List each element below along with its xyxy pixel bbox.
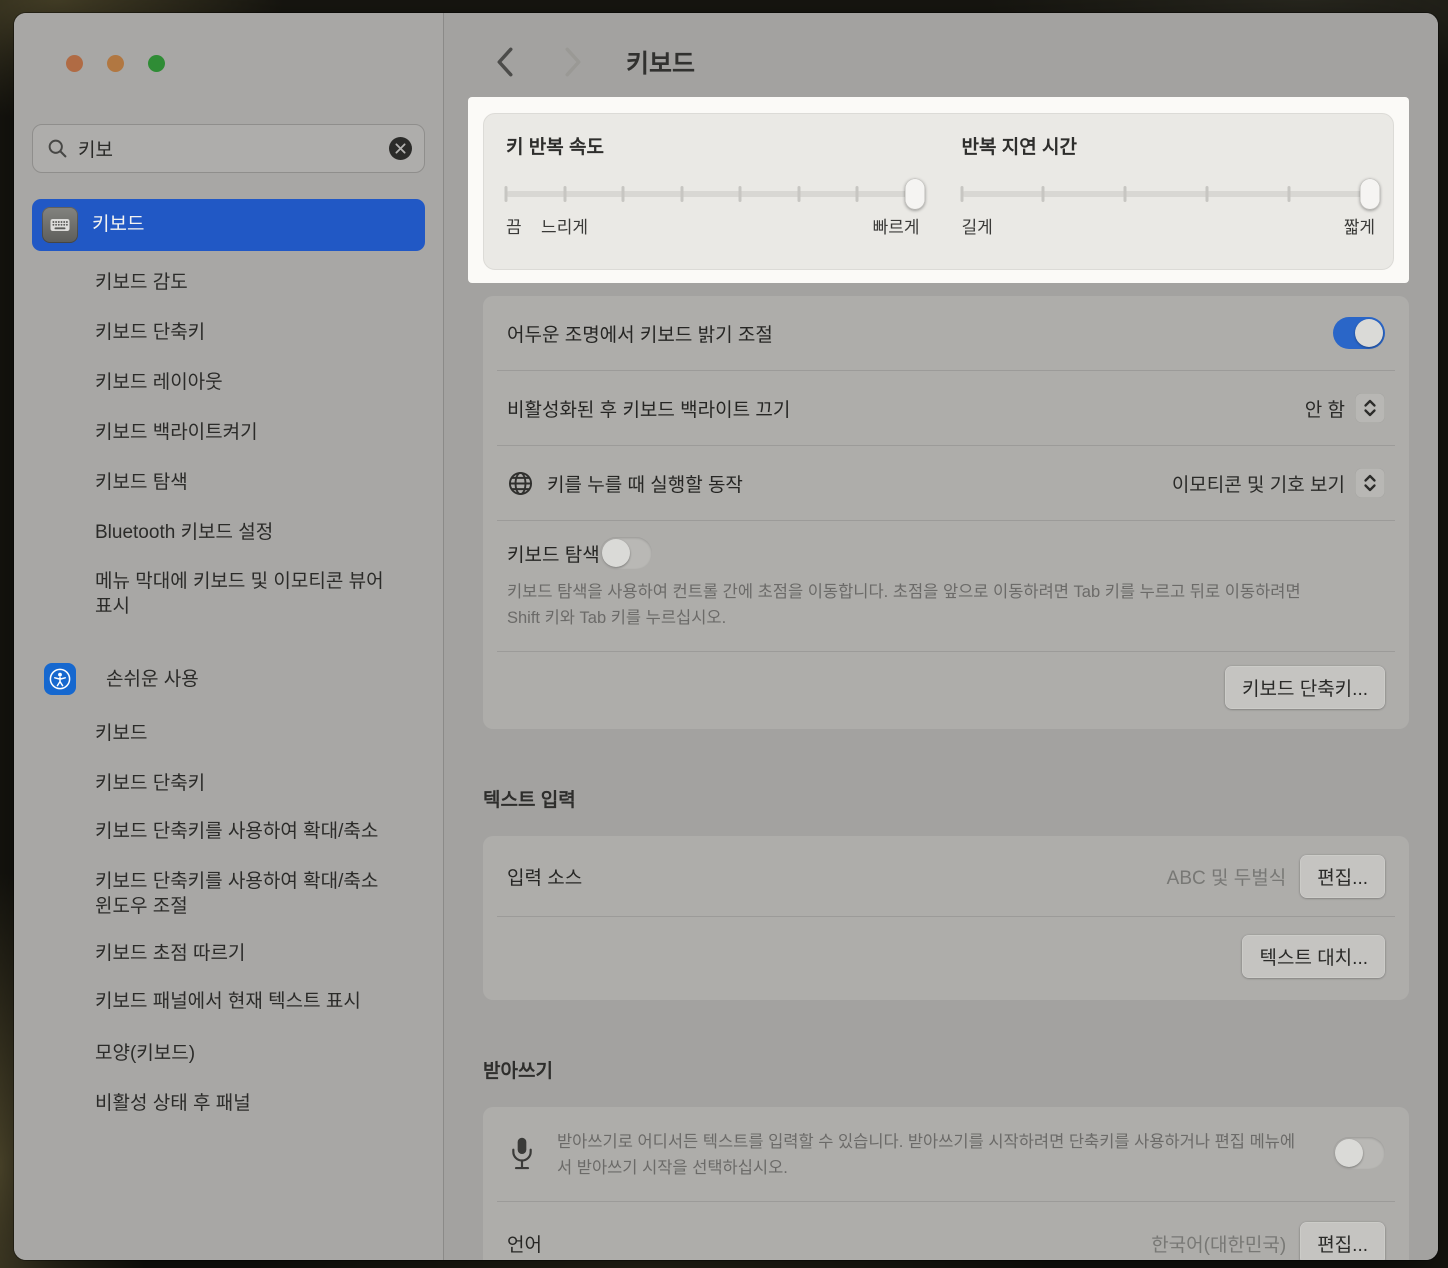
sidebar-item-accessibility[interactable]: 손쉬운 사용 <box>32 653 425 705</box>
key-repeat-slider[interactable] <box>506 191 916 197</box>
header: 키보드 <box>444 13 1438 97</box>
dictation-panel: 받아쓰기로 어디서든 텍스트를 입력할 수 있습니다. 받아쓰기를 시작하려면 … <box>483 1107 1409 1260</box>
minimize-window-button[interactable] <box>107 55 124 72</box>
dictation-row: 받아쓰기로 어디서든 텍스트를 입력할 수 있습니다. 받아쓰기를 시작하려면 … <box>483 1107 1409 1201</box>
key-repeat-slider-handle[interactable] <box>905 179 925 210</box>
fn-key-action-row: 키를 누를 때 실행할 동작 이모티콘 및 기호 보기 <box>483 446 1409 520</box>
dictation-description: 받아쓰기로 어디서든 텍스트를 입력할 수 있습니다. 받아쓰기를 시작하려면 … <box>557 1129 1333 1181</box>
sidebar-results: 키보드 키보드 감도 키보드 단축키 키보드 레이아웃 키보드 백라이트켜기 키… <box>32 199 425 1125</box>
input-source-row: 입력 소스 ABC 및 두벌식 편집... <box>483 836 1409 916</box>
keyboard-brightness-toggle[interactable] <box>1333 317 1385 349</box>
keyboard-icon <box>42 207 78 243</box>
repeat-delay-labels: 길게 짧게 <box>962 213 1372 237</box>
sidebar-item-keyboard-sensitivity[interactable]: 키보드 감도 <box>32 261 425 305</box>
repeat-delay-slider[interactable] <box>962 191 1372 197</box>
window-controls <box>32 13 425 72</box>
page-title: 키보드 <box>626 44 695 80</box>
sidebar-item-label: 키보드 <box>92 212 144 237</box>
text-replace-row: 텍스트 대치... <box>483 917 1409 1000</box>
fn-key-action-popup[interactable]: 이모티콘 및 기호 보기 <box>1172 468 1385 498</box>
sidebar-item-keyboard[interactable]: 키보드 <box>32 199 425 251</box>
accessibility-icon <box>44 663 76 695</box>
sidebar-item-axx-shortcuts[interactable]: 키보드 단축키 <box>32 761 425 805</box>
repeat-delay-slider-handle[interactable] <box>1360 179 1380 210</box>
repeat-settings-highlight: 키 반복 속도 끔 느리게 빠르게 반복 지연 시간 <box>468 97 1409 283</box>
sidebar-item-menubar-viewer[interactable]: 메뉴 막대에 키보드 및 이모티콘 뷰어 표시 <box>32 561 425 625</box>
sidebar-item-axx-panel-text[interactable]: 키보드 패널에서 현재 텍스트 표시 <box>32 981 425 1025</box>
text-input-panel: 입력 소스 ABC 및 두벌식 편집... 텍스트 대치... <box>483 836 1409 1000</box>
forward-icon[interactable] <box>556 45 590 79</box>
repeat-delay-title: 반복 지연 시간 <box>962 132 1372 159</box>
dictation-heading: 받아쓰기 <box>483 1056 1438 1083</box>
system-settings-window: 키보드 키보드 감도 키보드 단축키 키보드 레이아웃 키보드 백라이트켜기 키… <box>14 13 1438 1260</box>
backlight-off-popup[interactable]: 안 함 <box>1305 393 1385 423</box>
dictation-language-row: 언어 한국어(대한민국) 편집... <box>483 1202 1409 1260</box>
back-icon[interactable] <box>488 45 522 79</box>
sidebar-item-axx-zoom-window[interactable]: 키보드 단축키를 사용하여 확대/축소 윈도우 조절 <box>32 861 425 925</box>
keyboard-settings-panel: 어두운 조명에서 키보드 밝기 조절 비활성화된 후 키보드 백라이트 끄기 안… <box>483 296 1409 729</box>
sidebar-item-axx-inactive-panel[interactable]: 비활성 상태 후 패널 <box>32 1081 425 1125</box>
edit-input-sources-button[interactable]: 편집... <box>1300 855 1385 898</box>
key-repeat-labels: 끔 느리게 빠르게 <box>506 213 916 237</box>
sidebar-item-keyboard-backlight[interactable]: 키보드 백라이트켜기 <box>32 411 425 455</box>
globe-icon <box>507 470 534 497</box>
text-replacements-button[interactable]: 텍스트 대치... <box>1242 935 1385 978</box>
search-input[interactable] <box>78 138 389 160</box>
microphone-icon <box>509 1135 539 1173</box>
key-repeat-group: 키 반복 속도 끔 느리게 빠르게 <box>506 132 916 269</box>
zoom-window-button[interactable] <box>148 55 165 72</box>
keyboard-shortcuts-button[interactable]: 키보드 단축키... <box>1225 666 1385 709</box>
sidebar-item-keyboard-navigation[interactable]: 키보드 탐색 <box>32 461 425 505</box>
text-input-heading: 텍스트 입력 <box>483 785 1438 812</box>
keyboard-navigation-toggle[interactable] <box>600 537 652 569</box>
popup-chevrons-icon <box>1355 393 1385 423</box>
key-repeat-title: 키 반복 속도 <box>506 132 916 159</box>
repeat-delay-group: 반복 지연 시간 길게 짧게 <box>962 132 1372 269</box>
repeat-settings-panel: 키 반복 속도 끔 느리게 빠르게 반복 지연 시간 <box>483 113 1394 270</box>
keyboard-navigation-row: 키보드 탐색 키보드 탐색을 사용하여 컨트롤 간에 초점을 이동합니다. 초점… <box>483 521 1409 651</box>
shortcuts-button-row: 키보드 단축키... <box>483 652 1409 729</box>
sidebar-item-axx-zoom-shortcut[interactable]: 키보드 단축키를 사용하여 확대/축소 <box>32 811 425 855</box>
main-content: 키보드 키 반복 속도 끔 느리게 빠르게 <box>444 13 1438 1260</box>
sidebar: 키보드 키보드 감도 키보드 단축키 키보드 레이아웃 키보드 백라이트켜기 키… <box>14 13 444 1260</box>
sidebar-item-keyboard-layout[interactable]: 키보드 레이아웃 <box>32 361 425 405</box>
keyboard-navigation-description: 키보드 탐색을 사용하여 컨트롤 간에 초점을 이동합니다. 초점을 앞으로 이… <box>507 579 1317 631</box>
backlight-off-row: 비활성화된 후 키보드 백라이트 끄기 안 함 <box>483 371 1409 445</box>
sidebar-item-keyboard-shortcuts[interactable]: 키보드 단축키 <box>32 311 425 355</box>
sidebar-item-bluetooth-keyboard[interactable]: Bluetooth 키보드 설정 <box>32 511 425 555</box>
close-window-button[interactable] <box>66 55 83 72</box>
sidebar-item-axx-appearance[interactable]: 모양(키보드) <box>32 1031 425 1075</box>
edit-dictation-language-button[interactable]: 편집... <box>1300 1222 1385 1260</box>
clear-search-icon[interactable] <box>389 137 412 160</box>
sidebar-item-axx-follow-focus[interactable]: 키보드 초점 따르기 <box>32 931 425 975</box>
popup-chevrons-icon <box>1355 468 1385 498</box>
search-field[interactable] <box>32 124 425 173</box>
dictation-language-value: 한국어(대한민국) <box>1151 1230 1286 1257</box>
sidebar-item-axx-keyboard[interactable]: 키보드 <box>32 711 425 755</box>
dictation-toggle[interactable] <box>1333 1137 1385 1169</box>
search-icon <box>47 138 68 159</box>
input-source-value: ABC 및 두벌식 <box>1167 863 1287 890</box>
brightness-row: 어두운 조명에서 키보드 밝기 조절 <box>483 296 1409 370</box>
